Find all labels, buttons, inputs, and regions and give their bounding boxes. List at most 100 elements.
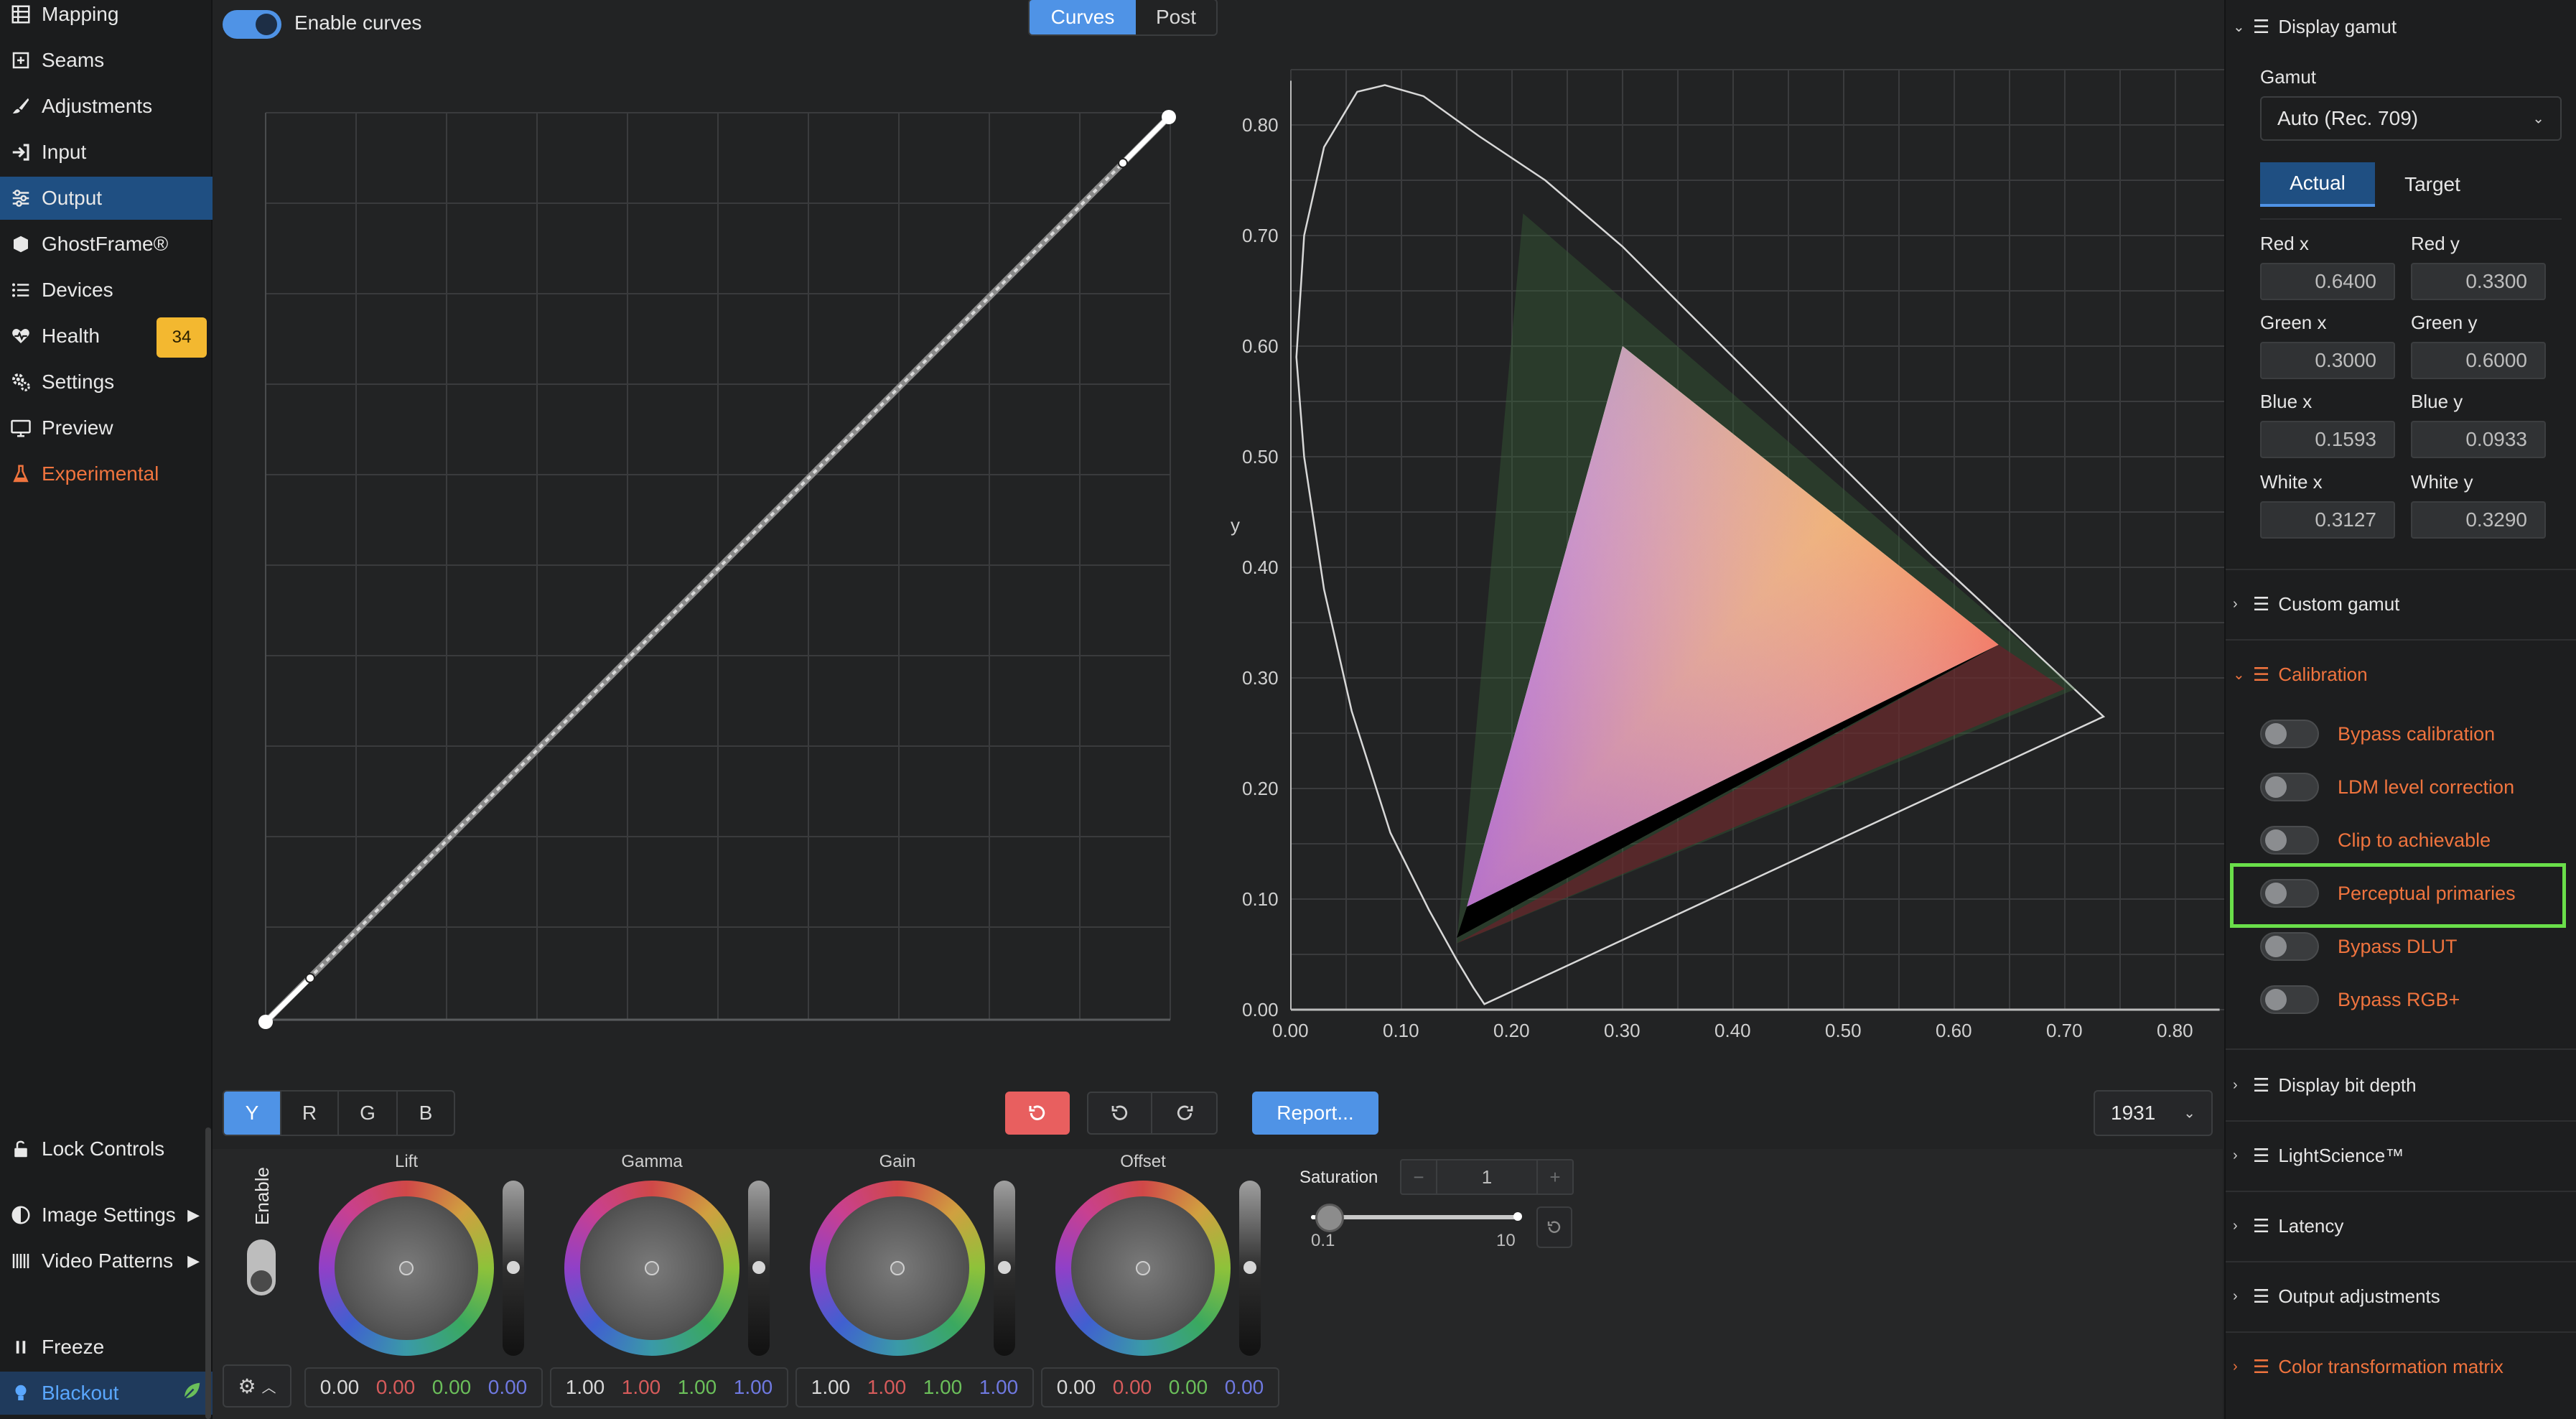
gamma-level-slider[interactable] [748, 1181, 770, 1356]
gamma-red-value[interactable]: 1.00 [622, 1376, 661, 1399]
gamma-green-value[interactable]: 1.00 [678, 1376, 717, 1399]
gain-color-wheel[interactable] [810, 1181, 985, 1356]
output-adjustments-header[interactable]: › ☰ Output adjustments [2233, 1285, 2440, 1308]
sidebar-item-preview[interactable]: Preview [0, 406, 213, 450]
reset-curve-button[interactable] [1005, 1092, 1070, 1135]
custom-gamut-header[interactable]: › ☰ Custom gamut [2233, 593, 2399, 615]
enable-curves-toggle[interactable] [223, 10, 281, 39]
white-x-field[interactable]: 0.3127 [2260, 501, 2395, 539]
channel-y-button[interactable]: Y [224, 1092, 280, 1135]
gamma-master-value[interactable]: 1.00 [566, 1376, 605, 1399]
display-gamut-header[interactable]: ⌄ ☰ Display gamut [2233, 16, 2397, 38]
saturation-value-input[interactable]: 1 [1437, 1166, 1536, 1188]
lift-level-slider[interactable] [503, 1181, 524, 1356]
red-y-field[interactable]: 0.3300 [2411, 263, 2546, 300]
gamma-label: Gamma [621, 1152, 683, 1171]
gain-green-value[interactable]: 1.00 [923, 1376, 963, 1399]
sidebar-item-label: Adjustments [42, 95, 153, 117]
red-x-field[interactable]: 0.6400 [2260, 263, 2395, 300]
gamut-select[interactable]: Auto (Rec. 709) ⌄ [2260, 96, 2562, 141]
color-transformation-matrix-header[interactable]: › ☰ Color transformation matrix [2233, 1356, 2503, 1378]
tab-post[interactable]: Post [1136, 0, 1216, 34]
sidebar-item-mapping[interactable]: Mapping [0, 0, 213, 36]
sidebar-item-adjustments[interactable]: Adjustments [0, 85, 213, 128]
offset-wheel-handle[interactable] [1136, 1261, 1150, 1275]
offset-color-wheel[interactable] [1055, 1181, 1231, 1356]
sidebar-item-settings[interactable]: Settings [0, 360, 213, 404]
blue-x-field[interactable]: 0.1593 [2260, 421, 2395, 458]
lift-red-value[interactable]: 0.00 [376, 1376, 416, 1399]
saturation-decrement-button[interactable]: − [1401, 1160, 1437, 1194]
cie-standard-select[interactable]: 1931 ⌄ [2094, 1090, 2213, 1136]
offset-green-value[interactable]: 0.00 [1169, 1376, 1208, 1399]
bypass-dlut-toggle[interactable] [2260, 932, 2319, 961]
channel-b-button[interactable]: B [396, 1092, 454, 1135]
tab-curves[interactable]: Curves [1030, 0, 1136, 34]
freeze-button[interactable]: Freeze [0, 1326, 213, 1369]
bypass-calibration-toggle[interactable] [2260, 720, 2319, 748]
offset-level-slider[interactable] [1239, 1181, 1261, 1356]
sidebar-item-output[interactable]: Output [0, 177, 213, 220]
green-y-field[interactable]: 0.6000 [2411, 342, 2546, 379]
lift-wheel-handle[interactable] [399, 1261, 414, 1275]
y-tick-label: 0.00 [1242, 999, 1279, 1020]
gain-level-slider[interactable] [994, 1181, 1015, 1356]
offset-master-value[interactable]: 0.00 [1057, 1376, 1096, 1399]
white-y-field[interactable]: 0.3290 [2411, 501, 2546, 539]
lift-color-wheel[interactable] [319, 1181, 494, 1356]
sidebar-item-ghostframe[interactable]: GhostFrame® [0, 223, 213, 266]
display-bit-depth-header[interactable]: › ☰ Display bit depth [2233, 1074, 2417, 1097]
blackout-button[interactable]: Blackout [0, 1372, 213, 1415]
saturation-slider-handle[interactable] [1315, 1204, 1344, 1232]
sidebar-item-input[interactable]: Input [0, 131, 213, 174]
green-x-field[interactable]: 0.3000 [2260, 342, 2395, 379]
y-tick-label: 0.10 [1242, 888, 1279, 910]
bypass-rgb-plus-toggle[interactable] [2260, 985, 2319, 1014]
gain-blue-value[interactable]: 1.00 [979, 1376, 1019, 1399]
tab-target[interactable]: Target [2375, 162, 2490, 207]
lift-master-value[interactable]: 0.00 [320, 1376, 360, 1399]
lift-green-value[interactable]: 0.00 [432, 1376, 472, 1399]
cie-y-label: y [1231, 514, 1240, 536]
lock-icon [0, 1138, 42, 1160]
sidebar-item-devices[interactable]: Devices [0, 269, 213, 312]
gain-master-value[interactable]: 1.00 [811, 1376, 851, 1399]
perceptual-primaries-highlight [2230, 863, 2566, 928]
channel-g-button[interactable]: G [337, 1092, 396, 1135]
sidebar-item-label: Devices [42, 279, 113, 301]
gamma-color-wheel[interactable] [564, 1181, 739, 1356]
sidebar-item-health[interactable]: Health 34 [0, 315, 213, 358]
lift-blue-value[interactable]: 0.00 [488, 1376, 528, 1399]
gain-wheel-handle[interactable] [890, 1261, 905, 1275]
y-tick-label: 0.60 [1242, 335, 1279, 357]
tone-curve-graph[interactable] [244, 101, 1177, 1034]
offset-blue-value[interactable]: 0.00 [1225, 1376, 1264, 1399]
tab-actual[interactable]: Actual [2260, 162, 2375, 207]
sidebar-item-seams[interactable]: Seams [0, 39, 213, 82]
gamma-blue-value[interactable]: 1.00 [734, 1376, 773, 1399]
latency-header[interactable]: › ☰ Latency [2233, 1215, 2343, 1237]
clip-to-achievable-toggle[interactable] [2260, 826, 2319, 855]
saturation-reset-button[interactable] [1536, 1206, 1572, 1248]
bypass-rgb-plus-label: Bypass RGB+ [2338, 988, 2460, 1010]
undo-button[interactable] [1088, 1093, 1153, 1133]
sidebar-scrollbar[interactable] [205, 1127, 211, 1419]
video-patterns-menu[interactable]: Video Patterns ▶ [0, 1239, 213, 1283]
grading-settings-button[interactable]: ⚙ ︿ [223, 1364, 291, 1408]
grading-enable-toggle[interactable] [247, 1239, 276, 1295]
blue-y-field[interactable]: 0.0933 [2411, 421, 2546, 458]
saturation-increment-button[interactable]: + [1536, 1160, 1572, 1194]
offset-red-value[interactable]: 0.00 [1113, 1376, 1152, 1399]
report-button[interactable]: Report... [1252, 1092, 1378, 1135]
image-settings-menu[interactable]: Image Settings ▶ [0, 1194, 213, 1237]
sidebar-item-experimental[interactable]: Experimental [0, 452, 213, 496]
gamma-wheel-handle[interactable] [645, 1261, 659, 1275]
gain-red-value[interactable]: 1.00 [867, 1376, 907, 1399]
redo-button[interactable] [1152, 1093, 1216, 1133]
gain-label: Gain [879, 1152, 916, 1171]
lightscience-header[interactable]: › ☰ LightScience™ [2233, 1145, 2404, 1167]
ldm-level-correction-toggle[interactable] [2260, 773, 2319, 801]
channel-r-button[interactable]: R [280, 1092, 337, 1135]
calibration-header[interactable]: ⌄ ☰ Calibration [2233, 664, 2368, 686]
lock-controls-button[interactable]: Lock Controls [0, 1127, 213, 1171]
